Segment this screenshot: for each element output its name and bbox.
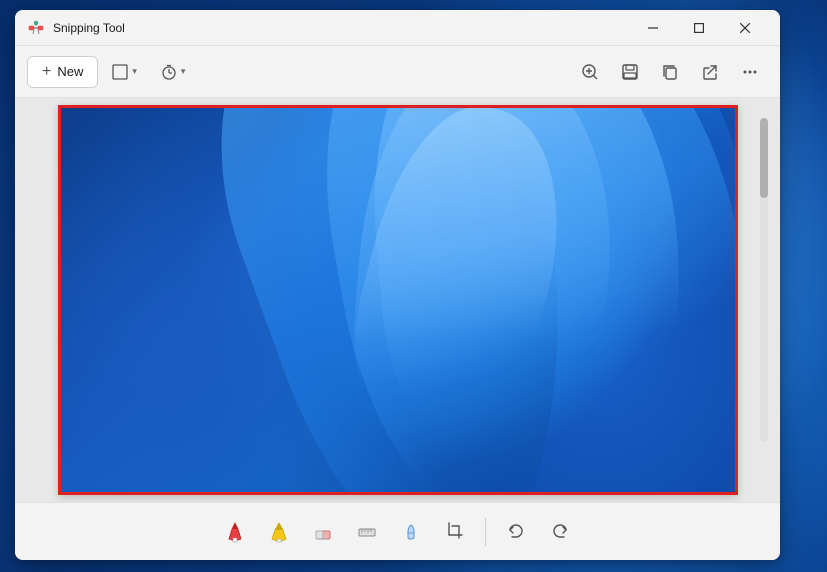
redo-button[interactable]: [540, 512, 580, 552]
timer-button[interactable]: ▾: [151, 58, 196, 86]
app-title: Snipping Tool: [53, 21, 125, 35]
save-button[interactable]: [612, 54, 648, 90]
bottom-toolbar: [15, 502, 780, 560]
share-button[interactable]: [692, 54, 728, 90]
title-bar: Snipping Tool: [15, 10, 780, 46]
toolbar-right: [572, 54, 768, 90]
undo-button[interactable]: [496, 512, 536, 552]
toolbar-left: + New ▾ ▾: [27, 56, 568, 88]
scrollbar-thumb[interactable]: [760, 118, 768, 198]
crop-button[interactable]: [435, 512, 475, 552]
touch-writing-button[interactable]: [391, 512, 431, 552]
new-label: New: [57, 64, 83, 79]
title-bar-left: Snipping Tool: [27, 19, 630, 37]
new-button[interactable]: + New: [27, 56, 98, 88]
toolbar: + New ▾ ▾: [15, 46, 780, 98]
zoom-in-button[interactable]: [572, 54, 608, 90]
copy-button[interactable]: [652, 54, 688, 90]
snipping-tool-window: Snipping Tool + New: [15, 10, 780, 560]
close-button[interactable]: [722, 12, 768, 44]
snip-mode-button[interactable]: ▾: [102, 58, 147, 86]
minimize-button[interactable]: [630, 12, 676, 44]
app-icon: [27, 19, 45, 37]
content-area: [15, 98, 780, 502]
highlighter-button[interactable]: [259, 512, 299, 552]
ruler-button[interactable]: [347, 512, 387, 552]
title-bar-controls: [630, 12, 768, 44]
ballpoint-pen-button[interactable]: [215, 512, 255, 552]
screenshot-canvas: [58, 105, 738, 495]
toolbar-separator: [485, 518, 486, 546]
timer-chevron: ▾: [181, 66, 186, 77]
plus-icon: +: [42, 63, 51, 81]
eraser-button[interactable]: [303, 512, 343, 552]
snip-mode-chevron: ▾: [132, 66, 137, 77]
maximize-button[interactable]: [676, 12, 722, 44]
more-options-button[interactable]: [732, 54, 768, 90]
captured-image: [58, 105, 738, 495]
scrollbar-track[interactable]: [760, 118, 768, 442]
